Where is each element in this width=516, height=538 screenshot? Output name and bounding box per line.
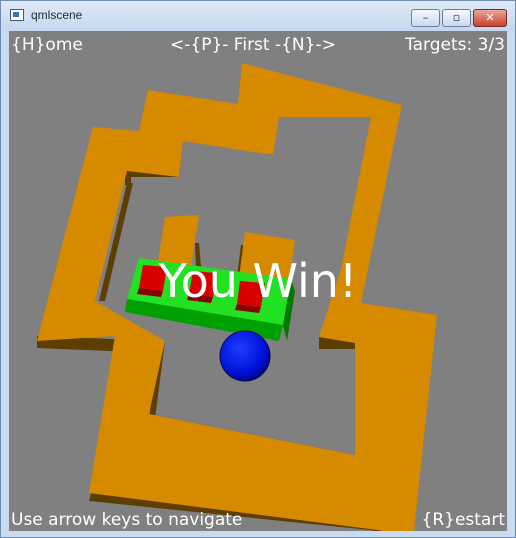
window-title: qmlscene [31, 8, 83, 22]
close-button[interactable]: ✕ [473, 9, 507, 27]
home-hint[interactable]: {H}ome [11, 35, 83, 55]
minimize-button[interactable]: – [411, 9, 440, 27]
window-icon [10, 9, 24, 21]
game-scene[interactable]: You Win! {H}ome <-{P}- First -{N}-> Targ… [9, 31, 507, 531]
win-message: You Win! [158, 254, 358, 308]
targets-counter: Targets: 3/3 [405, 35, 505, 55]
help-text: Use arrow keys to navigate [11, 510, 243, 530]
player-ball [219, 330, 271, 382]
title-bar[interactable]: qmlscene – ▫ ✕ [1, 1, 515, 31]
app-window: qmlscene – ▫ ✕ You Win! {H}ome <-{P}- Fi… [0, 0, 516, 538]
maximize-icon: ▫ [452, 11, 461, 24]
level-navigation[interactable]: <-{P}- First -{N}-> [170, 35, 336, 55]
minimize-icon: – [422, 11, 429, 24]
maximize-button[interactable]: ▫ [442, 9, 471, 27]
restart-hint[interactable]: {R}estart [422, 510, 506, 530]
close-icon: ✕ [485, 11, 495, 24]
